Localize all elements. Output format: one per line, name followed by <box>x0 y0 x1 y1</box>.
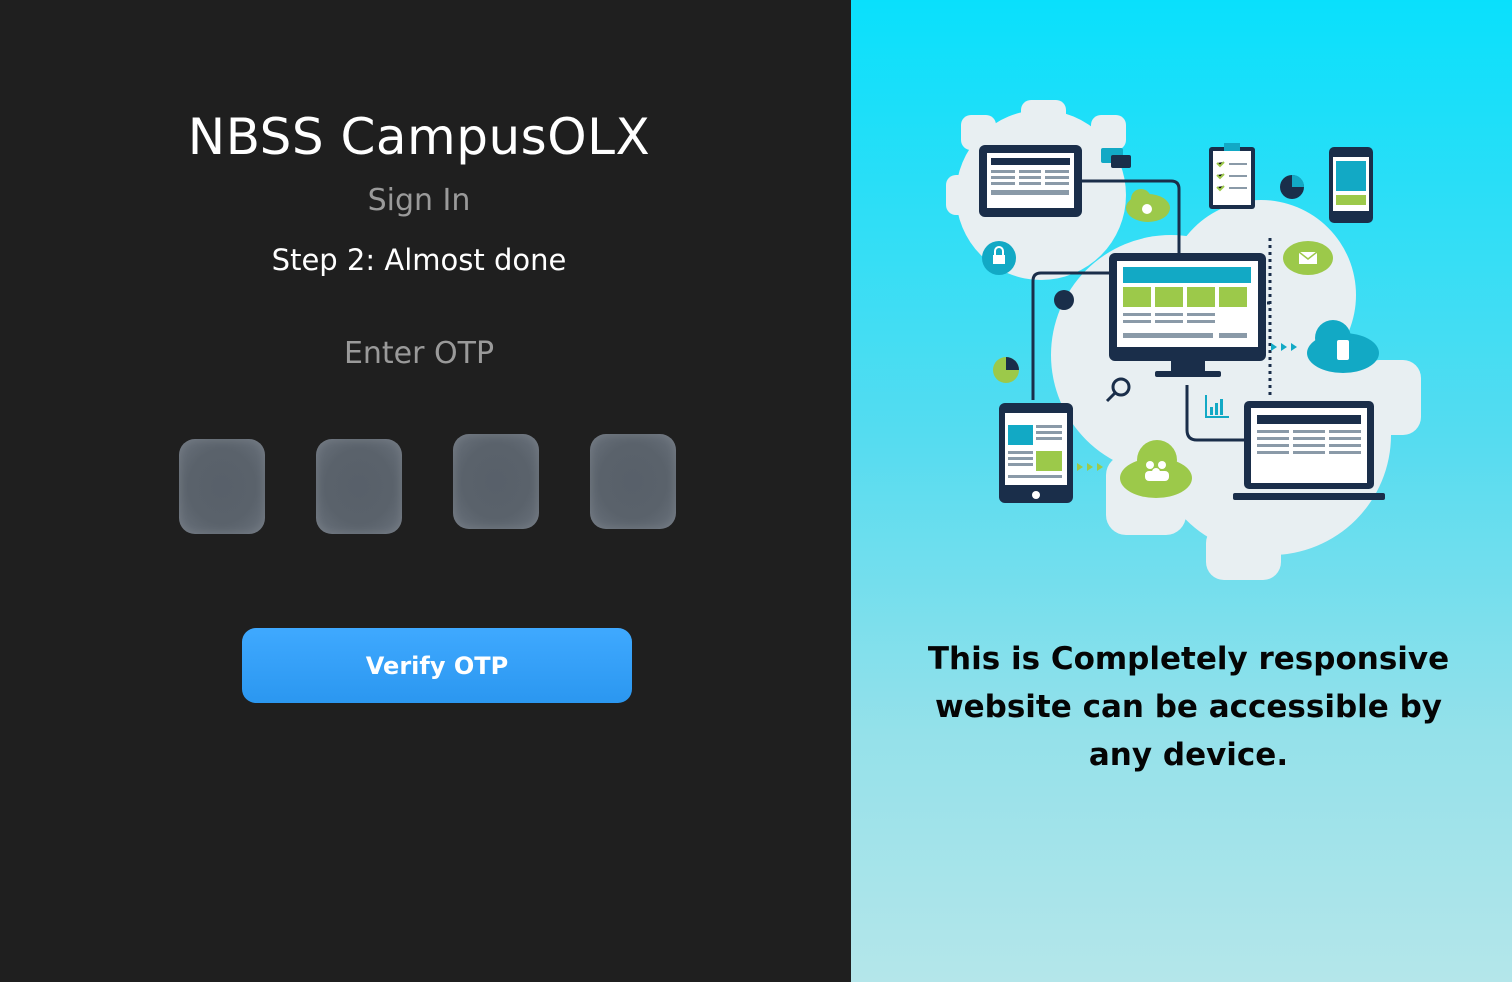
signin-heading: Sign In <box>367 183 471 218</box>
otp-digit-4[interactable] <box>590 434 676 529</box>
phone-icon <box>1329 147 1373 223</box>
otp-digit-2[interactable] <box>316 439 402 534</box>
responsive-tagline: This is Completely responsive website ca… <box>927 641 1450 773</box>
promo-panel: This is Completely responsive website ca… <box>851 0 1512 982</box>
lock-icon <box>982 241 1016 275</box>
otp-digit-1[interactable] <box>179 439 265 534</box>
app-title: NBSS CampusOLX <box>187 108 651 166</box>
clipboard-icon <box>1209 143 1255 209</box>
laptop-icon <box>1233 401 1385 500</box>
verify-otp-button[interactable]: Verify OTP <box>242 628 632 703</box>
desktop-monitor-icon <box>1109 253 1266 377</box>
signin-panel: NBSS CampusOLX Sign In Step 2: Almost do… <box>0 0 851 982</box>
step-indicator: Step 2: Almost done <box>271 243 567 277</box>
monitor-small-icon <box>979 145 1082 217</box>
tablet-icon <box>999 403 1073 503</box>
otp-label: Enter OTP <box>343 336 495 371</box>
otp-digit-3[interactable] <box>453 434 539 529</box>
pie-chart-icon <box>1280 175 1304 199</box>
cloud-settings-icon <box>1126 189 1170 222</box>
responsive-devices-illustration <box>946 100 1421 580</box>
arrow-icons-green <box>1077 463 1103 471</box>
mail-icon <box>1283 241 1333 275</box>
